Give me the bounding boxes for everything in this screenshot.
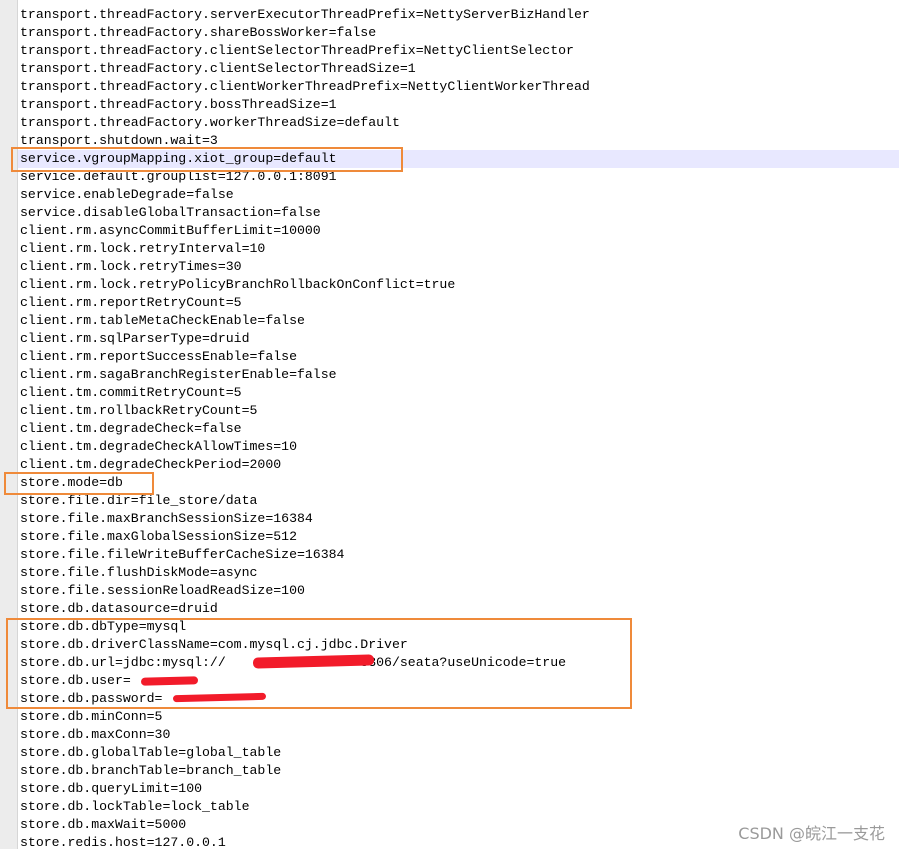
code-line[interactable]: client.rm.asyncCommitBufferLimit=10000 — [20, 222, 321, 240]
code-line[interactable]: transport.threadFactory.shareBossWorker=… — [20, 24, 376, 42]
redaction-mark-db-user — [140, 676, 199, 686]
code-line[interactable]: client.rm.lock.retryTimes=30 — [20, 258, 242, 276]
code-line[interactable]: store.db.datasource=druid — [20, 600, 218, 618]
code-line-db-user[interactable]: store.db.user= — [20, 672, 131, 690]
code-line[interactable]: transport.shutdown.wait=3 — [20, 132, 218, 150]
code-line[interactable]: client.rm.sagaBranchRegisterEnable=false — [20, 366, 337, 384]
code-line[interactable]: store.file.maxBranchSessionSize=16384 — [20, 510, 313, 528]
code-line[interactable]: store.file.flushDiskMode=async — [20, 564, 257, 582]
code-line[interactable]: transport.threadFactory.bossThreadSize=1 — [20, 96, 337, 114]
code-line[interactable]: store.db.queryLimit=100 — [20, 780, 202, 798]
code-line-db-type[interactable]: store.db.dbType=mysql — [20, 618, 186, 636]
csdn-watermark: CSDN @皖江一支花 — [738, 824, 885, 843]
code-line[interactable]: client.tm.degradeCheckPeriod=2000 — [20, 456, 281, 474]
editor-gutter — [0, 0, 18, 849]
code-line-vgroup-mapping[interactable]: service.vgroupMapping.xiot_group=default — [20, 150, 337, 168]
code-line[interactable]: store.db.maxConn=30 — [20, 726, 170, 744]
text-editor[interactable]: transport.threadFactory.serverExecutorTh… — [18, 0, 899, 849]
code-line[interactable]: store.redis.host=127.0.0.1 — [20, 834, 226, 849]
code-line[interactable]: client.tm.commitRetryCount=5 — [20, 384, 242, 402]
code-line[interactable]: client.tm.degradeCheck=false — [20, 420, 242, 438]
code-line[interactable]: store.file.sessionReloadReadSize=100 — [20, 582, 305, 600]
code-line[interactable]: store.db.globalTable=global_table — [20, 744, 281, 762]
code-line[interactable]: transport.threadFactory.clientWorkerThre… — [20, 78, 590, 96]
code-line[interactable]: store.db.maxWait=5000 — [20, 816, 186, 834]
code-line-store-mode[interactable]: store.mode=db — [20, 474, 123, 492]
code-line[interactable]: transport.threadFactory.clientSelectorTh… — [20, 60, 416, 78]
code-line[interactable]: client.rm.sqlParserType=druid — [20, 330, 250, 348]
code-line[interactable]: store.file.fileWriteBufferCacheSize=1638… — [20, 546, 344, 564]
code-line[interactable]: transport.threadFactory.serverExecutorTh… — [20, 6, 590, 24]
code-line[interactable]: store.db.lockTable=lock_table — [20, 798, 250, 816]
code-line[interactable]: client.rm.lock.retryPolicyBranchRollback… — [20, 276, 455, 294]
code-line[interactable]: service.default.grouplist=127.0.0.1:8091 — [20, 168, 337, 186]
code-line[interactable]: client.rm.reportRetryCount=5 — [20, 294, 242, 312]
code-line[interactable]: client.tm.rollbackRetryCount=5 — [20, 402, 257, 420]
code-line-db-password[interactable]: store.db.password= — [20, 690, 162, 708]
code-line[interactable]: store.db.branchTable=branch_table — [20, 762, 281, 780]
code-line[interactable]: store.file.dir=file_store/data — [20, 492, 257, 510]
code-line-driver-class[interactable]: store.db.driverClassName=com.mysql.cj.jd… — [20, 636, 408, 654]
code-line[interactable]: store.db.minConn=5 — [20, 708, 162, 726]
code-line[interactable]: client.rm.lock.retryInterval=10 — [20, 240, 265, 258]
code-line[interactable]: transport.threadFactory.workerThreadSize… — [20, 114, 400, 132]
code-line[interactable]: client.rm.reportSuccessEnable=false — [20, 348, 297, 366]
code-line[interactable]: client.tm.degradeCheckAllowTimes=10 — [20, 438, 297, 456]
code-line[interactable]: client.rm.tableMetaCheckEnable=false — [20, 312, 305, 330]
code-line[interactable]: store.file.maxGlobalSessionSize=512 — [20, 528, 297, 546]
code-line[interactable]: transport.threadFactory.clientSelectorTh… — [20, 42, 574, 60]
code-line[interactable]: service.disableGlobalTransaction=false — [20, 204, 321, 222]
code-line[interactable]: service.enableDegrade=false — [20, 186, 234, 204]
